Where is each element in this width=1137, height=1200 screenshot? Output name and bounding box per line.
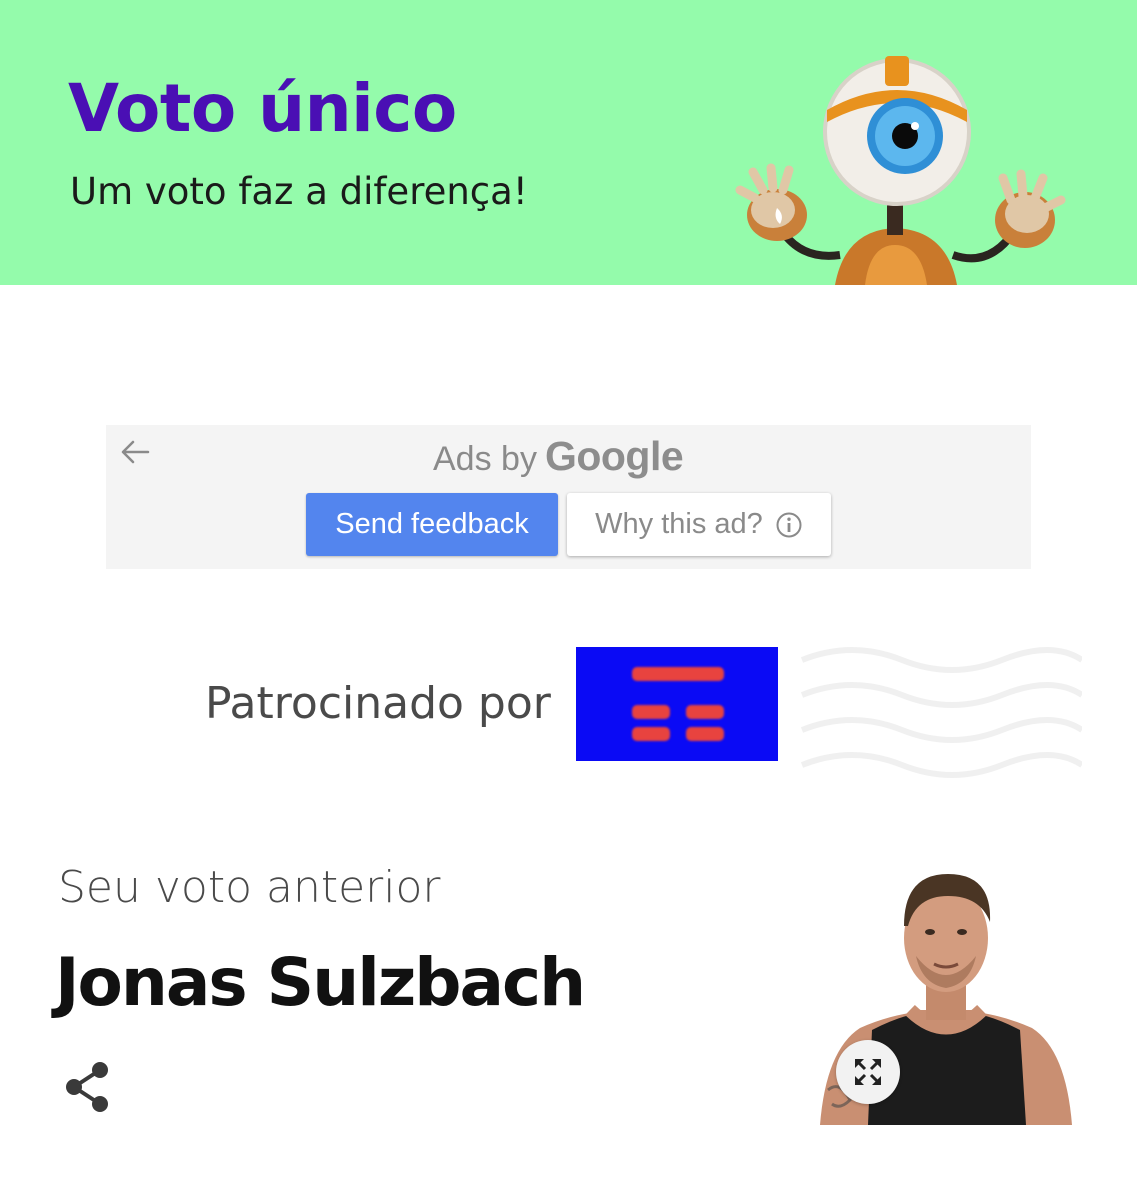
google-wordmark: Google <box>544 433 684 479</box>
ad-container: Ads by Google Send feedback Why this ad? <box>106 425 1031 569</box>
faded-pattern <box>800 647 1082 778</box>
big-brother-eye-mascot-icon <box>735 56 1066 285</box>
send-feedback-label: Send feedback <box>335 508 529 540</box>
sponsor-logo-bar <box>632 667 724 681</box>
expand-arrows-icon <box>855 1059 881 1085</box>
sponsor-label: Patrocinado por <box>205 678 551 729</box>
sponsor-logo-bar <box>632 727 670 741</box>
ads-by-text: Ads by <box>433 440 537 478</box>
ads-by-google-label: Ads by Google <box>433 433 684 480</box>
candidate-name: Jonas Sulzbach <box>55 944 586 1021</box>
arrow-left-icon[interactable] <box>118 435 152 469</box>
why-this-ad-label: Why this ad? <box>595 508 763 540</box>
send-feedback-button[interactable]: Send feedback <box>306 493 558 556</box>
page-title: Voto único <box>68 70 457 147</box>
sponsor-logo[interactable] <box>576 647 778 761</box>
sponsor-logo-bar <box>686 727 724 741</box>
why-this-ad-button[interactable]: Why this ad? <box>567 493 831 556</box>
sponsor-logo-bar <box>632 705 670 719</box>
header-banner: Voto único Um voto faz a diferença! <box>0 0 1137 285</box>
page-subtitle: Um voto faz a diferença! <box>70 170 528 213</box>
sponsor-logo-bar <box>686 705 724 719</box>
share-icon[interactable] <box>62 1060 112 1114</box>
previous-vote-label: Seu voto anterior <box>58 862 441 913</box>
expand-photo-button[interactable] <box>836 1040 900 1104</box>
info-icon <box>776 512 802 537</box>
